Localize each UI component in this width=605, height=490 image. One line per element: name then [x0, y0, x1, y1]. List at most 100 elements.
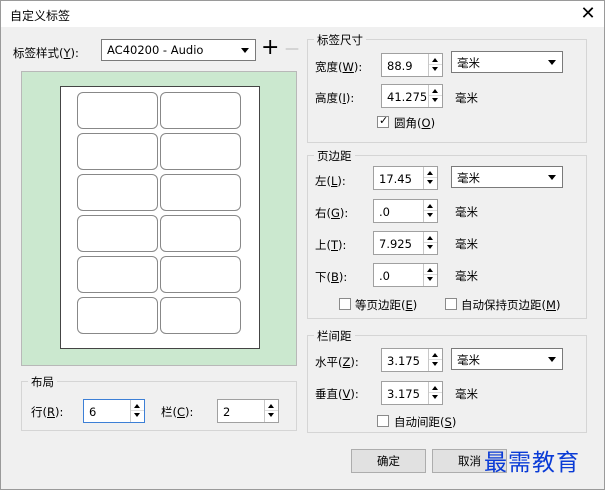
spin-down-icon[interactable] [427, 245, 433, 249]
spin-down-icon[interactable] [432, 98, 438, 102]
spin-down-icon[interactable] [427, 213, 433, 217]
gutter-unit-combo[interactable]: 毫米 [451, 348, 563, 370]
rows-value: 6 [89, 405, 97, 419]
horizontal-gutter-spinner[interactable]: 3.175 [381, 348, 443, 372]
chevron-down-icon [548, 175, 556, 180]
spin-down-icon[interactable] [134, 413, 140, 417]
margin-unit-combo[interactable]: 毫米 [451, 166, 563, 188]
spin-up-icon[interactable] [432, 386, 438, 390]
bottom-margin-spinner[interactable]: .0 [373, 263, 438, 287]
right-margin-unit: 毫米 [455, 205, 478, 219]
chevron-down-icon [241, 48, 249, 53]
preview-label-cell [77, 297, 158, 334]
add-style-icon[interactable]: + [261, 35, 279, 61]
close-icon[interactable]: ✕ [577, 3, 599, 25]
spin-down-icon[interactable] [432, 362, 438, 366]
top-margin-unit: 毫米 [455, 237, 478, 251]
spin-up-icon[interactable] [134, 404, 140, 408]
preview-label-cell [77, 133, 158, 170]
rows-spinner[interactable]: 6 [83, 399, 145, 423]
preview-label-cell [160, 174, 241, 211]
spin-up-icon[interactable] [432, 58, 438, 62]
spin-up-icon[interactable] [268, 404, 274, 408]
watermark-logo: 最需教育 [484, 450, 580, 476]
right-margin-label: 右(G): [315, 206, 349, 220]
gutter-unit-value: 毫米 [457, 353, 480, 367]
cols-value: 2 [223, 405, 231, 419]
height-spinner[interactable]: 41.275 [381, 84, 443, 108]
dialog-title: 自定义标签 [10, 9, 71, 23]
label-style-value: AC40200 - Audio [107, 43, 204, 57]
auto-gutter-checkbox[interactable] [377, 415, 389, 427]
vertical-gutter-unit: 毫米 [455, 387, 478, 401]
horizontal-gutter-value: 3.175 [387, 354, 420, 368]
auto-margins-checkbox[interactable] [445, 298, 457, 310]
label-style-combo[interactable]: AC40200 - Audio [101, 39, 256, 61]
spin-down-icon[interactable] [427, 180, 433, 184]
ok-button[interactable]: 确定 [351, 449, 426, 473]
rounded-corners-checkbox[interactable] [377, 114, 389, 128]
spin-up-icon[interactable] [427, 236, 433, 240]
spin-up-icon[interactable] [427, 171, 433, 175]
top-margin-label: 上(T): [315, 238, 347, 252]
right-margin-value: .0 [379, 205, 390, 219]
spin-up-icon[interactable] [427, 204, 433, 208]
vertical-gutter-label: 垂直(V): [315, 387, 359, 401]
gutter-group-title: 栏间距 [314, 328, 355, 344]
width-value: 88.9 [387, 59, 413, 73]
preview-label-cell [77, 92, 158, 129]
layout-group-title: 布局 [28, 374, 57, 390]
margins-group-title: 页边距 [314, 148, 355, 164]
preview-label-cell [160, 215, 241, 252]
size-unit-combo[interactable]: 毫米 [451, 51, 563, 73]
cols-spinner[interactable]: 2 [217, 399, 279, 423]
label-style-label: 标签样式(Y): [13, 46, 79, 60]
label-size-group-title: 标签尺寸 [314, 32, 366, 48]
bottom-margin-value: .0 [379, 269, 390, 283]
label-preview [21, 71, 297, 366]
vertical-gutter-spinner[interactable]: 3.175 [381, 381, 443, 405]
spin-up-icon[interactable] [432, 89, 438, 93]
title-bar: 自定义标签 ✕ [1, 1, 604, 27]
spin-down-icon[interactable] [432, 395, 438, 399]
left-margin-spinner[interactable]: 17.45 [373, 166, 438, 190]
width-spinner[interactable]: 88.9 [381, 53, 443, 77]
chevron-down-icon [548, 60, 556, 65]
height-unit: 毫米 [455, 91, 478, 105]
left-margin-value: 17.45 [379, 172, 412, 186]
margin-unit-value: 毫米 [457, 171, 480, 185]
right-margin-spinner[interactable]: .0 [373, 199, 438, 223]
spin-up-icon[interactable] [427, 268, 433, 272]
preview-label-cell [160, 256, 241, 293]
spin-up-icon[interactable] [432, 353, 438, 357]
preview-page [60, 86, 260, 349]
preview-label-cell [77, 215, 158, 252]
top-margin-spinner[interactable]: 7.925 [373, 231, 438, 255]
spin-down-icon[interactable] [427, 277, 433, 281]
preview-label-cell [77, 256, 158, 293]
spin-down-icon[interactable] [268, 413, 274, 417]
preview-label-cell [77, 174, 158, 211]
rounded-corners-label: 圆角(O) [394, 116, 436, 130]
custom-label-dialog: 自定义标签 ✕ 标签样式(Y): AC40200 - Audio + — 布局 … [0, 0, 605, 490]
preview-label-cell [160, 92, 241, 129]
remove-style-icon[interactable]: — [285, 39, 299, 59]
width-label: 宽度(W): [315, 60, 363, 74]
auto-margins-label: 自动保持页边距(M) [461, 298, 561, 312]
cols-label: 栏(C): [161, 405, 194, 419]
equal-margins-label: 等页边距(E) [355, 298, 418, 312]
equal-margins-checkbox[interactable] [339, 298, 351, 310]
chevron-down-icon [548, 357, 556, 362]
top-margin-value: 7.925 [379, 237, 412, 251]
left-margin-label: 左(L): [315, 174, 346, 188]
vertical-gutter-value: 3.175 [387, 387, 420, 401]
bottom-margin-unit: 毫米 [455, 269, 478, 283]
horizontal-gutter-label: 水平(Z): [315, 355, 359, 369]
height-value: 41.275 [387, 90, 428, 104]
preview-label-cell [160, 133, 241, 170]
bottom-margin-label: 下(B): [315, 270, 348, 284]
spin-down-icon[interactable] [432, 67, 438, 71]
auto-gutter-label: 自动间距(S) [394, 415, 457, 429]
rows-label: 行(R): [31, 405, 64, 419]
size-unit-value: 毫米 [457, 56, 480, 70]
